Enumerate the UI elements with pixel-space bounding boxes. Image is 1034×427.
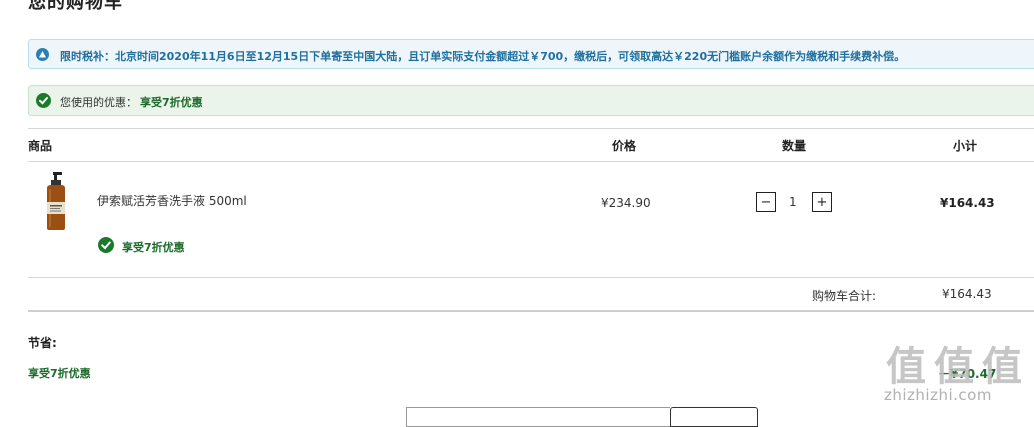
- header-quantity: 数量: [782, 139, 807, 153]
- savings-name: 享受7折优惠: [28, 367, 91, 380]
- divider: [28, 277, 1034, 278]
- quantity-increment-button[interactable]: +: [812, 192, 832, 212]
- watermark-logo: 值: [886, 343, 926, 390]
- apply-coupon-button[interactable]: [670, 407, 758, 427]
- quantity-decrement-button[interactable]: −: [756, 192, 776, 212]
- header-subtotal: 小计: [953, 139, 978, 153]
- watermark-logo: 值: [934, 343, 974, 390]
- watermark-logo: 值: [982, 343, 1022, 390]
- check-circle-icon: [36, 93, 51, 108]
- item-subtotal: ¥164.43: [940, 196, 995, 210]
- divider: [28, 161, 1034, 162]
- header-product: 商品: [28, 139, 53, 153]
- watermark-text: zhizhizhi.com: [884, 386, 992, 404]
- tax-subsidy-notice: 限时税补：北京时间2020年11月6日至12月15日下单寄至中国大陆，且订单实际…: [28, 39, 1034, 69]
- page-title: 您的购物车: [28, 0, 123, 13]
- notice-text: 限时税补：北京时间2020年11月6日至12月15日下单寄至中国大陆，且订单实际…: [60, 50, 906, 63]
- discount-banner: 您使用的优惠： 享受7折优惠: [28, 85, 1034, 116]
- check-circle-icon: [98, 237, 114, 253]
- cart-total-value: ¥164.43: [942, 287, 992, 301]
- info-icon: [36, 48, 49, 61]
- quantity-value[interactable]: 1: [789, 195, 797, 209]
- coupon-input[interactable]: [406, 407, 670, 427]
- divider: [28, 128, 1034, 129]
- product-name[interactable]: 伊索赋活芳香洗手液 500ml: [97, 192, 247, 209]
- item-promo-label: 享受7折优惠: [122, 241, 185, 254]
- product-image[interactable]: [41, 172, 71, 230]
- discount-value: 享受7折优惠: [140, 96, 203, 109]
- cart-total-label: 购物车合计:: [812, 289, 877, 303]
- divider: [28, 310, 1034, 312]
- header-price: 价格: [612, 139, 637, 153]
- savings-title: 节省:: [28, 336, 57, 350]
- discount-label: 您使用的优惠：: [60, 96, 137, 109]
- unit-price: ¥234.90: [601, 196, 651, 210]
